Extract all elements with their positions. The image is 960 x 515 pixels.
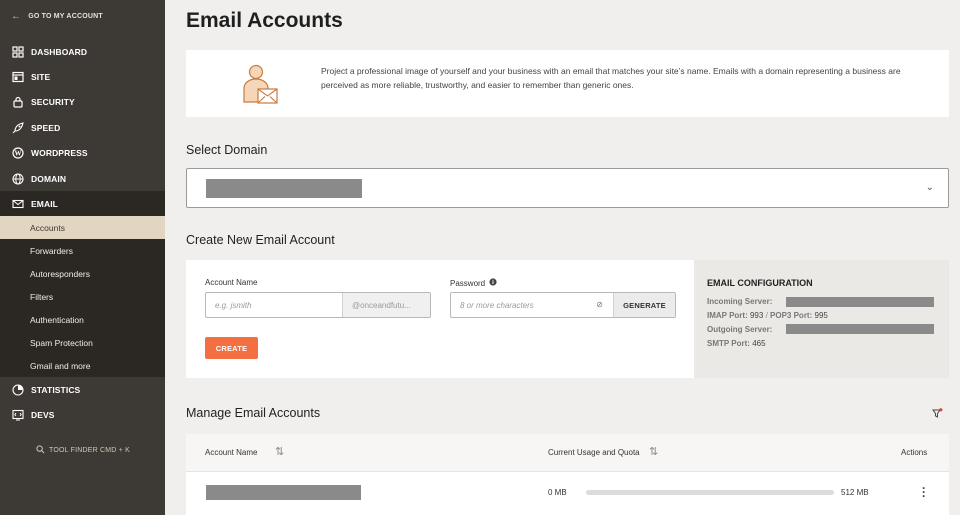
sidebar-item-label: SPEED bbox=[31, 122, 61, 133]
rocket-icon bbox=[12, 121, 24, 134]
imap-port-label: IMAP Port: bbox=[707, 311, 748, 320]
sidebar-subitem-authentication[interactable]: Authentication bbox=[0, 308, 165, 331]
lock-icon bbox=[12, 96, 24, 108]
sidebar-item-label: EMAIL bbox=[31, 198, 58, 209]
sidebar-item-email[interactable]: EMAIL bbox=[0, 191, 165, 216]
sidebar-subitem-accounts[interactable]: Accounts bbox=[0, 216, 165, 239]
imap-port-value: 993 bbox=[749, 311, 764, 320]
account-name-placeholder: e.g. jsmith bbox=[215, 300, 252, 310]
intro-description: Project a professional image of yourself… bbox=[321, 66, 901, 90]
email-configuration-card: EMAIL CONFIGURATION Incoming Server: IMA… bbox=[694, 260, 949, 378]
select-domain-title: Select Domain bbox=[186, 143, 268, 157]
outgoing-server-row: Outgoing Server: bbox=[707, 325, 772, 334]
incoming-server-label: Incoming Server: bbox=[707, 297, 773, 306]
sidebar-item-label: DASHBOARD bbox=[31, 46, 88, 57]
wordpress-icon: W bbox=[12, 146, 24, 159]
email-submenu: Accounts Forwarders Autoresponders Filte… bbox=[0, 216, 165, 377]
statistics-icon bbox=[12, 383, 24, 396]
person-mail-illustration-icon bbox=[241, 64, 281, 111]
sidebar-subitem-gmail-and-more[interactable]: Gmail and more bbox=[0, 354, 165, 377]
tool-finder[interactable]: TOOL FINDER CMD + K bbox=[36, 445, 130, 456]
globe-icon bbox=[12, 172, 24, 185]
arrow-left-icon: ← bbox=[11, 11, 22, 22]
intro-card: Project a professional image of yourself… bbox=[186, 50, 949, 117]
pop3-port-value: 995 bbox=[814, 311, 828, 320]
sidebar-item-security[interactable]: SECURITY bbox=[0, 89, 165, 114]
usage-value: 0 MB bbox=[548, 488, 567, 497]
smtp-port-label: SMTP Port: bbox=[707, 339, 750, 348]
redacted-account-name bbox=[206, 485, 361, 500]
usage-progress-bar bbox=[586, 490, 834, 495]
password-placeholder: 8 or more characters bbox=[460, 300, 534, 310]
sidebar-subitem-filters[interactable]: Filters bbox=[0, 285, 165, 308]
sidebar-subitem-forwarders[interactable]: Forwarders bbox=[0, 239, 165, 262]
more-actions-icon[interactable]: · · · bbox=[922, 482, 926, 502]
ports-row: IMAP Port: 993 / POP3 Port: 995 bbox=[707, 311, 828, 320]
domain-suffix: @onceandfutu... bbox=[342, 293, 430, 317]
sidebar-subitem-autoresponders[interactable]: Autoresponders bbox=[0, 262, 165, 285]
devs-icon bbox=[12, 409, 24, 421]
password-label: Password bbox=[450, 278, 486, 288]
sidebar-item-label: WORDPRESS bbox=[31, 147, 88, 158]
page-title: Email Accounts bbox=[186, 9, 343, 32]
sidebar-item-label: STATISTICS bbox=[31, 384, 81, 395]
go-to-my-account-link[interactable]: ← GO TO MY ACCOUNT bbox=[11, 11, 103, 22]
filter-icon[interactable] bbox=[932, 406, 943, 424]
email-configuration-title: EMAIL CONFIGURATION bbox=[707, 278, 813, 288]
sidebar-item-label: DEVS bbox=[31, 409, 55, 420]
info-icon[interactable] bbox=[489, 278, 497, 288]
smtp-port-row: SMTP Port: 465 bbox=[707, 339, 766, 348]
search-icon bbox=[36, 445, 45, 456]
account-name-input[interactable]: e.g. jsmith @onceandfutu... bbox=[205, 292, 431, 318]
sidebar-item-devs[interactable]: DEVS bbox=[0, 402, 165, 427]
domain-select[interactable]: ⌄ bbox=[186, 168, 949, 208]
sidebar-item-label: SECURITY bbox=[31, 96, 75, 107]
sidebar-subitem-spam-protection[interactable]: Spam Protection bbox=[0, 331, 165, 354]
envelope-icon bbox=[12, 198, 24, 210]
create-button[interactable]: CREATE bbox=[205, 337, 258, 359]
password-label-wrap: Password bbox=[450, 278, 497, 288]
manage-accounts-title: Manage Email Accounts bbox=[186, 406, 321, 420]
sort-usage-icon[interactable]: ⇅ bbox=[649, 445, 658, 458]
table-header: Account Name ⇅ Current Usage and Quota ⇅… bbox=[186, 434, 949, 472]
column-usage-quota: Current Usage and Quota bbox=[548, 448, 640, 457]
chevron-down-icon: ⌄ bbox=[925, 182, 934, 193]
sidebar-item-label: DOMAIN bbox=[31, 173, 67, 184]
sort-account-icon[interactable]: ⇅ bbox=[275, 445, 284, 458]
password-input[interactable]: 8 or more characters ⊘ GENERATE bbox=[450, 292, 676, 318]
column-account-name: Account Name bbox=[205, 448, 258, 457]
smtp-port-value: 465 bbox=[752, 339, 766, 348]
outgoing-server-label: Outgoing Server: bbox=[707, 325, 773, 334]
generate-button[interactable]: GENERATE bbox=[613, 293, 675, 317]
eye-slash-icon[interactable]: ⊘ bbox=[596, 300, 603, 309]
sidebar-item-wordpress[interactable]: W WORDPRESS bbox=[0, 140, 165, 165]
sidebar-item-label: SITE bbox=[31, 71, 51, 82]
dashboard-icon bbox=[12, 45, 24, 58]
svg-text:W: W bbox=[14, 149, 21, 157]
sidebar-item-dashboard[interactable]: DASHBOARD bbox=[0, 39, 165, 64]
site-icon bbox=[12, 71, 24, 83]
create-account-title: Create New Email Account bbox=[186, 233, 335, 247]
redacted-outgoing-server bbox=[786, 324, 934, 334]
sidebar-item-speed[interactable]: SPEED bbox=[0, 115, 165, 140]
redacted-incoming-server bbox=[786, 297, 934, 307]
column-actions: Actions bbox=[901, 448, 928, 457]
incoming-server-row: Incoming Server: bbox=[707, 297, 772, 306]
sidebar-item-statistics[interactable]: STATISTICS bbox=[0, 377, 165, 402]
create-account-card: Account Name e.g. jsmith @onceandfutu...… bbox=[186, 260, 694, 378]
sidebar: ← GO TO MY ACCOUNT DASHBOARD SITE SECURI… bbox=[0, 0, 165, 515]
sidebar-item-site[interactable]: SITE bbox=[0, 64, 165, 89]
email-accounts-table: Account Name ⇅ Current Usage and Quota ⇅… bbox=[186, 434, 949, 515]
pop3-port-label: POP3 Port: bbox=[770, 311, 813, 320]
sidebar-item-domain[interactable]: DOMAIN bbox=[0, 166, 165, 191]
tool-finder-label: TOOL FINDER CMD + K bbox=[49, 447, 131, 454]
quota-value: 512 MB bbox=[841, 488, 869, 497]
account-name-label: Account Name bbox=[205, 278, 258, 287]
redacted-domain bbox=[206, 179, 362, 198]
go-to-my-account-label: GO TO MY ACCOUNT bbox=[28, 13, 103, 20]
